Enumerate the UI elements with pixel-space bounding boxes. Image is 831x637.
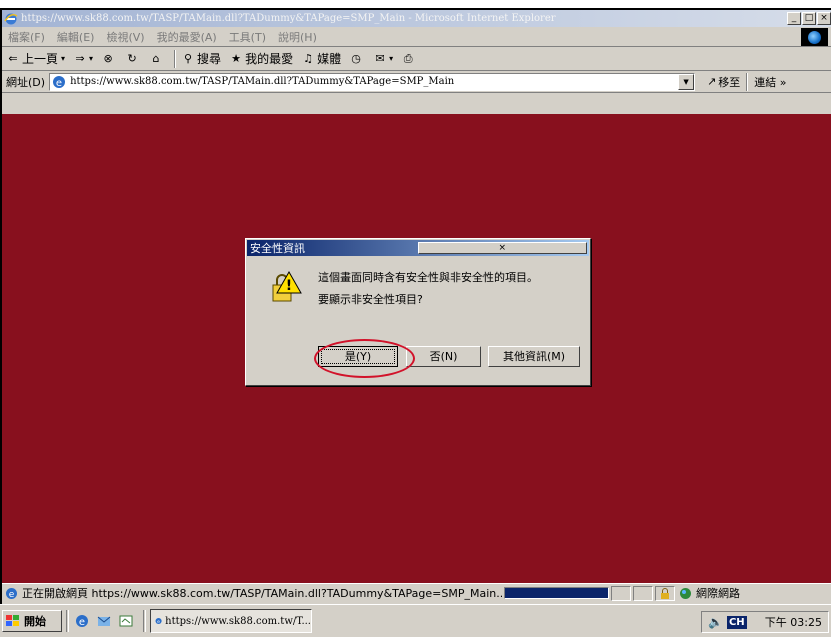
home-icon: ⌂ (152, 52, 160, 65)
address-dropdown-button[interactable]: ▼ (678, 73, 695, 90)
window-titlebar[interactable]: https://www.sk88.com.tw/TASP/TAMain.dll?… (2, 10, 831, 27)
dialog-close-button[interactable]: × (417, 242, 587, 254)
no-button[interactable]: 否(N) (406, 346, 481, 367)
status-text: 正在開啟網頁 https://www.sk88.com.tw/TASP/TAMa… (22, 587, 502, 600)
printer-icon: ⎙ (403, 51, 413, 65)
go-arrow-icon: ↗ (707, 75, 717, 88)
window-title: https://www.sk88.com.tw/TASP/TAMain.dll?… (21, 13, 556, 24)
history-button[interactable]: ◷ (349, 52, 365, 66)
show-desktop-icon[interactable] (117, 612, 135, 630)
dialog-message-line2: 要顯示非安全性項目? (318, 293, 423, 306)
standard-toolbar: ⇐ 上一頁 ▾ ⇒ ▾ ⊗ ↻ ⌂ ⚲ 搜尋 ★ 我的最愛 ♫ 媒體 ◷ ✉ ▾ … (2, 47, 831, 71)
menu-tools[interactable]: 工具(T) (229, 29, 266, 45)
dialog-message-line1: 這個畫面同時含有安全性與非安全性的項目。 (318, 271, 538, 284)
media-button[interactable]: ♫ 媒體 (301, 50, 341, 67)
svg-text:e: e (157, 620, 160, 625)
go-label: 移至 (718, 75, 741, 89)
toolbar-separator (174, 49, 177, 68)
windows-flag-icon (5, 614, 21, 628)
stop-icon: ⊗ (103, 52, 113, 65)
yes-button[interactable]: 是(Y) (318, 346, 398, 367)
internet-globe-icon (680, 587, 691, 599)
links-button[interactable]: 連結 » (754, 74, 786, 90)
menu-edit[interactable]: 編輯(E) (57, 29, 95, 45)
address-input[interactable]: e https://www.sk88.com.tw/TASP/TAMain.dl… (49, 72, 696, 91)
address-bar: 網址(D) e https://www.sk88.com.tw/TASP/TAM… (2, 71, 831, 93)
windows-taskbar: 開始 e e https://www.sk88.com.tw/T... 🔈 CH… (0, 604, 831, 637)
minimize-button[interactable]: _ (787, 12, 801, 25)
browser-throbber (801, 28, 828, 46)
loading-progress-bar (504, 587, 609, 599)
back-arrow-icon: ⇐ (8, 52, 18, 65)
maximize-button[interactable]: □ (802, 12, 816, 25)
forward-button[interactable]: ⇒ ▾ (73, 52, 93, 66)
search-label: 搜尋 (197, 52, 222, 66)
menu-file[interactable]: 檔案(F) (8, 29, 45, 45)
screen-top-edge (0, 0, 831, 10)
start-button[interactable]: 開始 (2, 610, 62, 632)
quicklaunch-separator (143, 610, 146, 632)
address-url: https://www.sk88.com.tw/TASP/TAMain.dll?… (70, 76, 455, 87)
taskbar-window-button[interactable]: e https://www.sk88.com.tw/T... (150, 609, 312, 633)
loading-page-icon: e (5, 587, 18, 600)
menu-favorites[interactable]: 我的最愛(A) (157, 29, 217, 45)
menu-help[interactable]: 說明(H) (278, 29, 317, 45)
status-cell (611, 585, 631, 601)
globe-icon (808, 30, 821, 44)
dialog-titlebar[interactable]: 安全性資訊 × (247, 240, 589, 256)
links-separator (746, 72, 749, 91)
svg-text:e: e (79, 617, 85, 628)
print-button[interactable]: ⎙ (401, 52, 417, 66)
ime-indicator[interactable]: CH (726, 615, 747, 629)
taskbar-window-label: https://www.sk88.com.tw/T... (165, 615, 311, 627)
home-button[interactable]: ⌂ (149, 52, 165, 66)
search-icon: ⚲ (184, 52, 193, 65)
start-label: 開始 (24, 615, 46, 628)
warning-lock-icon: ! (267, 269, 303, 305)
favorites-button[interactable]: ★ 我的最愛 (229, 50, 293, 67)
lock-cell (655, 585, 675, 601)
status-bar: e 正在開啟網頁 https://www.sk88.com.tw/TASP/TA… (2, 583, 831, 602)
forward-arrow-icon: ⇒ (75, 52, 85, 65)
mail-button[interactable]: ✉ ▾ (373, 52, 393, 66)
ie-logo-icon (4, 12, 18, 26)
history-icon: ◷ (351, 52, 361, 65)
stop-button[interactable]: ⊗ (101, 52, 117, 66)
system-tray: 🔈 CH 下午 03:25 (701, 611, 829, 633)
lock-icon (661, 587, 669, 599)
svg-text:e: e (56, 78, 62, 89)
refresh-icon: ↻ (127, 52, 137, 65)
security-zone: 網際網路 (679, 585, 740, 601)
svg-text:!: ! (286, 278, 292, 294)
refresh-button[interactable]: ↻ (125, 52, 141, 66)
status-cell (633, 585, 653, 601)
menu-view[interactable]: 檢視(V) (106, 29, 144, 45)
media-icon: ♫ (303, 52, 314, 65)
back-label: 上一頁 (22, 52, 59, 66)
back-button[interactable]: ⇐ 上一頁 ▾ (6, 50, 65, 67)
favorites-label: 我的最愛 (245, 52, 294, 66)
more-info-button[interactable]: 其他資訊(M) (488, 346, 580, 367)
media-label: 媒體 (317, 52, 342, 66)
ie-quicklaunch-icon[interactable]: e (73, 612, 91, 630)
svg-text:e: e (9, 590, 15, 600)
search-button[interactable]: ⚲ 搜尋 (181, 50, 221, 67)
go-button[interactable]: ↗ 移至 (707, 74, 740, 90)
yes-button-label: 是(Y) (321, 349, 395, 364)
ie-task-icon: e (155, 617, 162, 625)
page-icon: e (52, 75, 66, 89)
quicklaunch-separator (66, 610, 69, 632)
address-label: 網址(D) (6, 75, 46, 89)
favorites-icon: ★ (231, 52, 241, 65)
outlook-quicklaunch-icon[interactable] (95, 612, 113, 630)
zone-label: 網際網路 (696, 587, 740, 600)
window-close-button[interactable]: × (817, 12, 831, 25)
volume-icon[interactable]: 🔈 (708, 615, 723, 629)
mail-icon: ✉ (375, 52, 385, 65)
dialog-title: 安全性資訊 (250, 242, 305, 255)
security-information-dialog: 安全性資訊 × ! 這個畫面同時含有安全性與非安全性的項目。 要顯示非安全性項目… (245, 238, 591, 386)
clock[interactable]: 下午 03:25 (765, 614, 822, 630)
menu-bar: 檔案(F) 編輯(E) 檢視(V) 我的最愛(A) 工具(T) 說明(H) (2, 27, 831, 47)
